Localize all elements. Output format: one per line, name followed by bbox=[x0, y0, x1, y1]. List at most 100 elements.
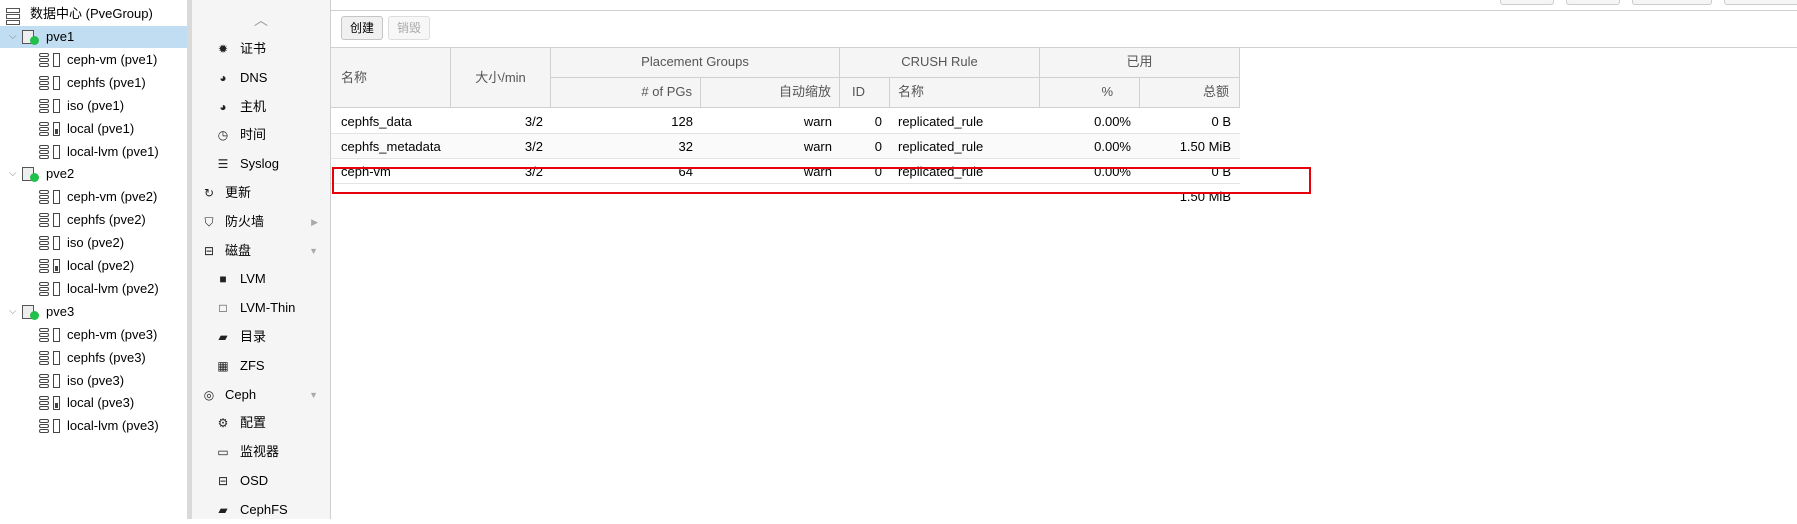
col-header-used-pct[interactable]: % bbox=[1040, 78, 1140, 108]
menu-item-12[interactable]: ◎ Ceph ▼ bbox=[192, 381, 330, 409]
scroll-up-icon[interactable]: ︿ bbox=[254, 13, 268, 27]
col-header-used-total[interactable]: 总额 bbox=[1140, 78, 1240, 108]
chevron-right-icon[interactable]: ▶ bbox=[311, 208, 318, 236]
menu-item-5[interactable]: ↻ 更新 bbox=[192, 179, 330, 207]
tree-storage-label: iso (pve1) bbox=[67, 97, 125, 113]
hdd-icon: ⊟ bbox=[217, 474, 229, 488]
tree-storage-item[interactable]: cephfs (pve1) bbox=[0, 72, 187, 94]
storage-icon bbox=[39, 144, 63, 159]
cell-size: 3/2 bbox=[524, 114, 543, 129]
top-button-3[interactable] bbox=[1632, 0, 1712, 5]
square-outline-icon: □ bbox=[219, 301, 227, 316]
menu-item-7[interactable]: ⊟ 磁盘 ▼ bbox=[192, 237, 330, 265]
tree-datacenter[interactable]: 数据中心 (PveGroup) bbox=[0, 3, 187, 25]
storage-icon bbox=[39, 236, 63, 251]
tree-storage-item[interactable]: local (pve1) bbox=[0, 118, 187, 140]
clock-icon: ◷ bbox=[217, 128, 229, 143]
menu-item-label: DNS bbox=[240, 69, 268, 85]
tree-storage-item[interactable]: iso (pve2) bbox=[0, 232, 187, 254]
cell-size: 3/2 bbox=[524, 139, 543, 154]
table-row[interactable]: cephfs_metadata 3/2 32 warn 0 replicated_rule… bbox=[331, 134, 1240, 159]
tree-storage-item[interactable]: cephfs (pve2) bbox=[0, 209, 187, 231]
status-ok-icon bbox=[30, 310, 39, 320]
menu-item-16[interactable]: ▰ CephFS bbox=[192, 496, 330, 524]
hdd-icon: ⊟ bbox=[203, 243, 215, 258]
destroy-button[interactable]: 销毁 bbox=[388, 16, 431, 40]
group-header-used: 已用 bbox=[1040, 48, 1240, 78]
node-menu: ︿ ✹ 证书 ◕ DNS ◕ 主机 ◷ 时间 ☰ Syslog ↻ 更新 ⛉ 防火墙 ▶ ⊟ 磁盘 ▼ ■ LVM □ L… bbox=[192, 0, 331, 519]
col-header-pgs[interactable]: # of PGs bbox=[551, 78, 701, 108]
menu-item-6[interactable]: ⛉ 防火墙 ▶ bbox=[192, 208, 330, 236]
folder-icon: ▰ bbox=[218, 502, 228, 517]
refresh-icon: ↻ bbox=[203, 186, 215, 200]
tree-storage-item[interactable]: iso (pve3) bbox=[0, 370, 187, 392]
col-header-crush-id[interactable]: ID bbox=[840, 78, 890, 108]
menu-item-9[interactable]: □ LVM-Thin bbox=[192, 294, 330, 322]
tree-storage-label: iso (pve2) bbox=[67, 235, 125, 251]
menu-item-label: 防火墙 bbox=[225, 213, 265, 229]
datacenter-icon bbox=[6, 8, 20, 25]
chevron-down-icon[interactable]: ⌵ bbox=[9, 301, 17, 323]
col-header-autoscale[interactable]: 自动缩放 bbox=[701, 78, 840, 108]
shield-icon: ⛉ bbox=[204, 214, 214, 229]
tree-node-label: pve2 bbox=[46, 166, 75, 182]
tree-storage-label: ceph-vm (pve1) bbox=[67, 51, 158, 67]
tree-storage-label: ceph-vm (pve2) bbox=[67, 189, 158, 205]
menu-item-label: 主机 bbox=[240, 98, 267, 114]
highlight-box bbox=[332, 167, 1311, 194]
menu-item-label: 监视器 bbox=[240, 444, 280, 460]
menu-item-label: LVM-Thin bbox=[240, 300, 296, 316]
cell-crush-name: replicated_rule bbox=[898, 114, 984, 129]
top-button-1[interactable] bbox=[1500, 0, 1554, 5]
tree-node-pve2[interactable]: ⌵ pve2 bbox=[0, 163, 187, 185]
storage-icon bbox=[39, 281, 63, 296]
tree-storage-label: local (pve1) bbox=[67, 120, 135, 136]
menu-item-8[interactable]: ■ LVM bbox=[192, 265, 330, 293]
col-header-size[interactable]: 大小/min bbox=[451, 48, 551, 108]
cell-pgs: 32 bbox=[678, 139, 693, 154]
tree-storage-item[interactable]: ceph-vm (pve2) bbox=[0, 186, 187, 208]
tree-storage-item[interactable]: cephfs (pve3) bbox=[0, 347, 187, 369]
chevron-down-icon[interactable]: ▼ bbox=[309, 381, 318, 409]
menu-item-11[interactable]: ▦ ZFS bbox=[192, 352, 330, 380]
col-header-crush-name[interactable]: 名称 bbox=[890, 78, 1040, 108]
table-row[interactable]: cephfs_data 3/2 128 warn 0 replicated_rule 0.0… bbox=[331, 109, 1240, 134]
storage-icon bbox=[39, 350, 63, 365]
tree-storage-item[interactable]: ceph-vm (pve3) bbox=[0, 324, 187, 346]
tree-storage-item[interactable]: local-lvm (pve2) bbox=[0, 278, 187, 300]
menu-item-10[interactable]: ▰ 目录 bbox=[192, 323, 330, 351]
menu-item-15[interactable]: ⊟ OSD bbox=[192, 467, 330, 495]
menu-item-3[interactable]: ◷ 时间 bbox=[192, 121, 330, 149]
list-icon: ☰ bbox=[217, 157, 229, 172]
tree-storage-item[interactable]: local (pve3) bbox=[0, 392, 187, 414]
globe-icon: ◕ bbox=[219, 70, 227, 85]
storage-icon bbox=[39, 327, 63, 342]
create-button[interactable]: 创建 bbox=[341, 16, 384, 40]
tree-storage-item[interactable]: local-lvm (pve3) bbox=[0, 415, 187, 437]
tree-storage-item[interactable]: ceph-vm (pve1) bbox=[0, 49, 187, 71]
tree-storage-label: cephfs (pve1) bbox=[67, 74, 146, 90]
menu-item-2[interactable]: ◕ 主机 bbox=[192, 93, 330, 121]
menu-item-13[interactable]: ⚙ 配置 bbox=[192, 409, 330, 437]
tree-node-pve1[interactable]: ⌵ pve1 bbox=[0, 26, 187, 48]
tree-storage-item[interactable]: local-lvm (pve1) bbox=[0, 141, 187, 163]
cell-crush-id: 0 bbox=[874, 139, 882, 154]
menu-item-1[interactable]: ◕ DNS bbox=[192, 64, 330, 92]
menu-item-4[interactable]: ☰ Syslog bbox=[192, 150, 330, 178]
top-button-4[interactable] bbox=[1724, 0, 1797, 5]
top-button-2[interactable] bbox=[1566, 0, 1620, 5]
menu-item-14[interactable]: ▭ 监视器 bbox=[192, 438, 330, 466]
tree-storage-item[interactable]: iso (pve1) bbox=[0, 95, 187, 117]
tree-storage-label: cephfs (pve2) bbox=[67, 212, 146, 228]
chevron-down-icon[interactable]: ▼ bbox=[309, 237, 318, 265]
tree-node-pve3[interactable]: ⌵ pve3 bbox=[0, 301, 187, 323]
cell-crush-name: replicated_rule bbox=[898, 139, 984, 154]
chevron-down-icon[interactable]: ⌵ bbox=[9, 163, 17, 185]
tree-storage-label: local-lvm (pve3) bbox=[67, 418, 159, 434]
menu-item-0[interactable]: ✹ 证书 bbox=[192, 35, 330, 63]
tree-node-label: pve1 bbox=[46, 29, 75, 44]
chevron-down-icon[interactable]: ⌵ bbox=[9, 26, 17, 48]
menu-item-label: CephFS bbox=[240, 501, 288, 517]
col-header-name[interactable]: 名称 bbox=[331, 48, 451, 108]
tree-storage-item[interactable]: local (pve2) bbox=[0, 255, 187, 277]
